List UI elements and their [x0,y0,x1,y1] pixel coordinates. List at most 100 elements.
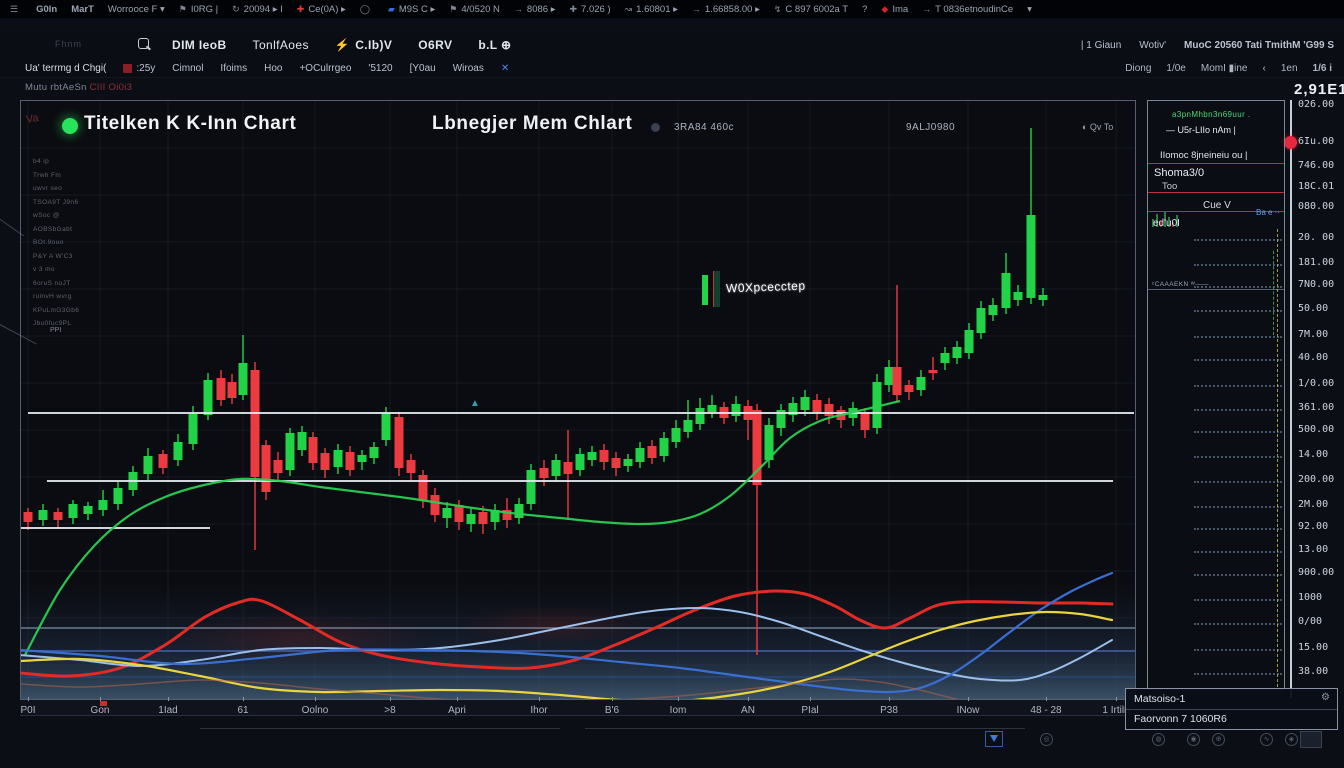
menu-item[interactable]: ◯ [360,4,374,15]
filter-option[interactable]: 1en [1281,63,1298,74]
status-icon[interactable]: ◎ [1040,733,1053,746]
tooltip-candle-dark [713,271,720,307]
chart-corner-tools[interactable]: ◐ Qv To [1082,122,1113,132]
menu-item[interactable]: ↻20094 ▸ I [232,4,283,15]
breadcrumb[interactable]: Mutu rbtAeSn CIII Oi0i3 [25,82,132,93]
filter-option[interactable]: MomI ▮ine [1201,63,1248,74]
menu-item[interactable]: ↝1.60801 ▸ [625,4,678,15]
filter-item[interactable]: ✕ [501,63,509,74]
filter-item[interactable]: Wiroas [453,63,484,74]
x-axis-tick [243,697,244,701]
menu-item[interactable]: ⚑4/0520 N [449,4,500,15]
menu-item[interactable]: ◆Ima [881,4,908,15]
bottom-divider-1 [200,728,560,729]
filter-item-label: Ua' terrmg d Chgi( [25,63,106,74]
price-axis-label: 7N0.00 [1298,279,1334,290]
status-icon[interactable]: ◉ [1187,733,1200,746]
top-menubar: ☰ G0ln MarT Worrooce F ▾ ⚑I0RG | ↻20094 ▸ I ✚C… [0,0,1344,18]
menu-item[interactable]: MarT [71,4,94,15]
menu-item[interactable]: ↯C 897 6002a T [774,4,848,15]
header-band [0,18,1344,32]
status-icon[interactable]: ◈ [1285,733,1298,746]
filter-item[interactable]: Hoo [264,63,282,74]
toolbar-item[interactable]: ⚡C.Ib)V [335,38,392,52]
dotted-leader [1194,385,1282,387]
menu-item[interactable]: ? [862,4,867,15]
toolbar-item[interactable]: b.L ⊕ [478,38,511,52]
dotted-leader [1194,528,1282,530]
sidebar-row-too[interactable]: Too [1162,181,1177,192]
toolbar-status-label: Wotiv' [1139,40,1166,51]
watermark-panel[interactable]: Matsoiso-1 ⚙ Faorvonn 7 1060R6 [1125,688,1338,730]
status-icon[interactable]: ⊕ [1212,733,1225,746]
filter-option-label: 1/6 i [1313,63,1332,74]
price-axis-label: 15.00 [1298,642,1328,653]
filter-option[interactable]: ‹ [1263,63,1266,74]
menu-item[interactable]: ✚Ce(0A) ▸ [297,4,346,15]
symbol-toolbar-items: DIM IeoB TonlfAoes ⚡C.Ib)V O6RV b.L ⊕ [172,32,512,58]
menu-item[interactable]: ▰M9S C ▸ [388,4,435,15]
price-axis-label: 6Iu.00 [1298,136,1334,147]
filter-option[interactable]: 1/0e [1166,63,1185,74]
chart-tag-2: 9ALJ0980 [906,122,955,133]
status-icon[interactable]: ◍ [1152,733,1165,746]
menu-item[interactable]: Worrooce F ▾ [108,4,165,15]
dotted-leader [1194,359,1282,361]
dot-icon[interactable] [651,123,660,132]
symbol-toolbar-right: | 1 Giaun Wotiv' MuoC 20560 Tati TmithM 'G… [1081,32,1334,58]
menu-item[interactable]: ⚑I0RG | [179,4,218,15]
filter-item[interactable]: :25y [123,63,155,74]
toolbar-item[interactable]: TonlfAoes [253,38,309,52]
menu-item[interactable]: ▾ [1027,4,1032,15]
annotation-va: Va [25,112,40,126]
filter-item[interactable]: Cimnol [172,63,203,74]
menu-item[interactable]: →T 0836etnoudinCe [922,4,1013,15]
menu-item[interactable]: →1.66858.00 ▸ [692,4,760,15]
time-axis[interactable]: P0IGon1Iad61Oolno>8ApriIhorB'6IomANPIalP… [20,700,1136,716]
menu-item[interactable]: ✚7.026 ) [569,4,610,15]
sidebar-row-ed[interactable]: ed'u0I [1153,218,1180,229]
dotted-leader [1194,551,1282,553]
filter-item-label: '5120 [368,63,392,74]
filter-item[interactable]: Ua' terrmg d Chgi( [25,63,106,74]
toolbar-item[interactable]: O6RV [418,38,452,52]
bottom-square-button[interactable] [1300,731,1322,748]
menu-item-icon: ⚑ [179,4,187,15]
candlestick-chart[interactable] [21,101,1135,699]
filter-option[interactable]: Diong [1125,63,1151,74]
details-sidebar[interactable]: a3pnMhbn3n69uur . — U5r-LIIo nAm | IIomo… [1147,100,1285,690]
dotted-leader [1194,599,1282,601]
filter-item[interactable]: [Y0au [410,63,436,74]
toolbar-status[interactable]: Wotiv' [1139,40,1166,51]
sidebar-row-symbol[interactable]: Shoma3/0 [1154,167,1204,179]
toolbar-item-label: O6RV [418,38,452,52]
x-axis-tick [678,697,679,701]
price-axis-label: 13.00 [1298,544,1328,555]
toolbar-status[interactable]: | 1 Giaun [1081,40,1121,51]
filter-item[interactable]: '5120 [368,63,392,74]
sidebar-blue-tag: Ba e ·· [1256,208,1280,217]
toolbar-status[interactable]: MuoC 20560 Tati TmithM 'G99 S [1184,40,1334,51]
menu-item[interactable]: →8086 ▸ [514,4,556,15]
menu-item[interactable]: G0ln [36,4,57,15]
menu-item-icon: ◆ [881,4,888,15]
menu-item-icon: → [692,4,701,14]
x-axis-tick [390,697,391,701]
filter-option[interactable]: 1/6 i [1313,63,1332,74]
price-axis-label: 080.00 [1298,201,1334,212]
search-icon[interactable] [138,38,149,49]
price-axis-label: 361.00 [1298,402,1334,413]
filter-item[interactable]: +OCulrrgeo [299,63,351,74]
toolbar-item[interactable]: DIM IeoB [172,38,227,52]
filter-item[interactable]: Ifoims [220,63,247,74]
sidebar-row-cue[interactable]: Cue V [1203,200,1231,211]
left-note: wSoc @ [33,209,93,223]
x-axis-label: Apri [448,705,466,716]
left-note: P&Y A W'C3 [33,250,93,264]
price-axis-label: 181.00 [1298,257,1334,268]
x-axis-label: P0I [20,705,35,716]
status-icon[interactable]: ∿ [1260,733,1273,746]
menu-item[interactable]: ☰ [10,4,22,15]
gear-icon[interactable]: ⚙ [1321,692,1330,703]
filter-funnel-button[interactable] [985,731,1003,747]
